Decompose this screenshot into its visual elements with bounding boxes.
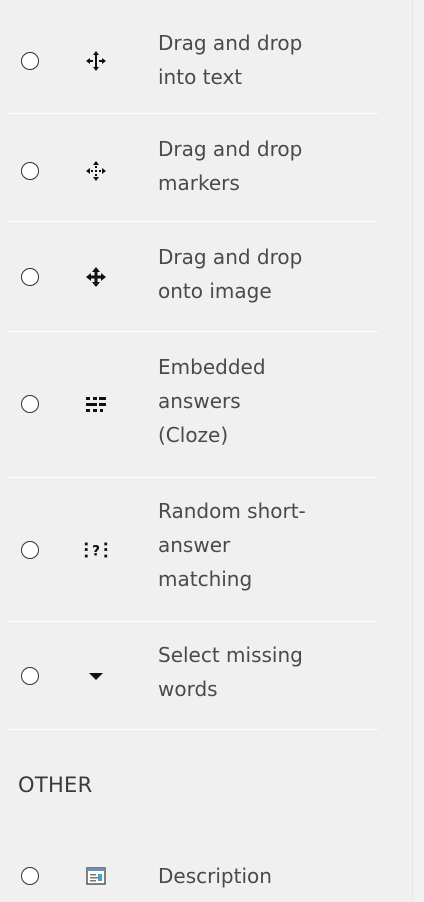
option-label: Random short-answer matching [158,499,306,591]
radio-button[interactable] [21,867,39,885]
radio-button[interactable] [21,162,39,180]
option-random-short-answer[interactable]: ? Random short-answer matching [0,478,378,622]
radio-button[interactable] [21,268,39,286]
divider [8,729,378,730]
description-icon [83,863,109,889]
option-label: Description [158,864,272,888]
option-select-missing-words[interactable]: Select missing words [0,622,378,730]
option-description[interactable]: Description [0,850,378,902]
radio-button[interactable] [21,667,39,685]
option-drag-drop-markers[interactable]: Drag and drop markers [0,114,378,222]
ddwtos-icon [83,48,109,74]
option-label: Select missing words [158,643,303,701]
multianswer-icon [83,391,109,417]
section-heading-other: OTHER [18,773,93,797]
option-label: Drag and drop into text [158,31,303,89]
randomsamatch-icon: ? [83,537,109,563]
gapselect-icon [83,663,109,689]
option-drag-drop-into-text[interactable]: Drag and drop into text [0,0,378,114]
ddmarker-icon [83,158,109,184]
option-drag-drop-onto-image[interactable]: Drag and drop onto image [0,222,378,332]
svg-text:?: ? [92,544,100,560]
radio-button[interactable] [21,52,39,70]
option-label: Embedded answers (Cloze) [158,355,266,447]
ddimage-icon [83,264,109,290]
radio-button[interactable] [21,395,39,413]
option-label: Drag and drop onto image [158,245,303,303]
option-embedded-answers[interactable]: Embedded answers (Cloze) [0,332,378,478]
question-type-list: Drag and drop into text Drag and drop mark… [0,0,413,902]
radio-button[interactable] [21,541,39,559]
option-label: Drag and drop markers [158,137,303,195]
